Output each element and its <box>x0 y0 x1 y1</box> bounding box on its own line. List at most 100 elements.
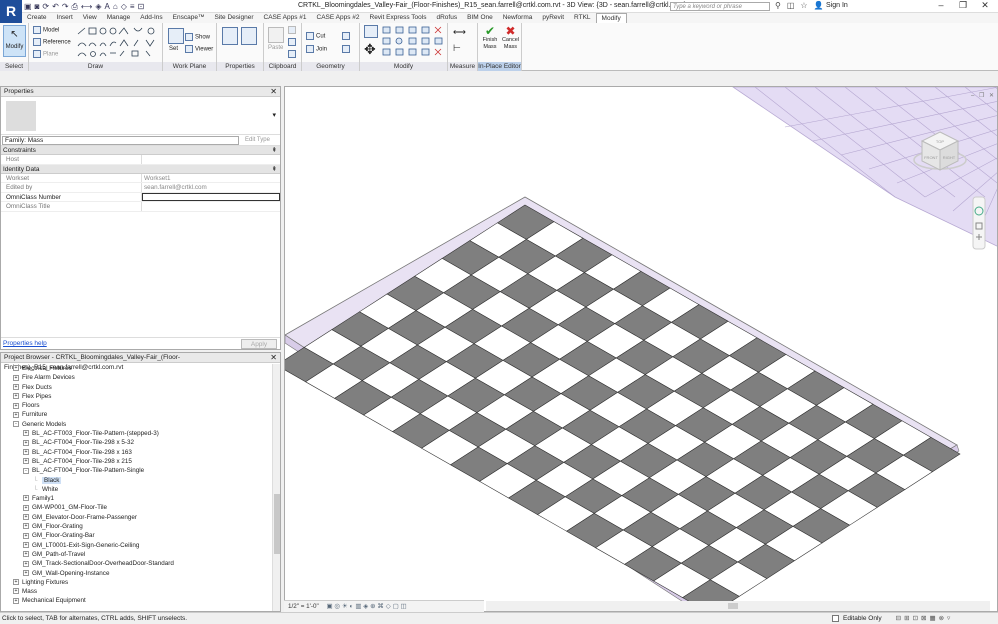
reference-plane-button[interactable]: Plane <box>33 50 58 58</box>
selection-filter-icons[interactable]: ⊟⊞⊡⊠▦⊗▿ <box>896 613 954 624</box>
expand-icon[interactable]: + <box>13 579 19 586</box>
view-scale[interactable]: 1/2" = 1'-0" <box>288 603 319 610</box>
modify-tools-icons[interactable] <box>382 26 444 58</box>
omniclass-number-field[interactable] <box>142 192 280 201</box>
properties-icon[interactable] <box>222 27 238 45</box>
finish-mass-button[interactable]: ✔ Finish Mass <box>480 25 500 61</box>
restore-icon[interactable]: ❐ <box>952 0 974 11</box>
copy-icon[interactable] <box>288 38 298 46</box>
tab-add-ins[interactable]: Add-Ins <box>135 13 167 23</box>
browser-node[interactable]: + GM_Elevator-Door-Frame-Passenger <box>1 513 273 522</box>
browser-node[interactable]: + Electrical Fixtures <box>1 364 273 373</box>
subscription-icon[interactable]: ◫ <box>787 1 795 10</box>
family-types-icon[interactable] <box>241 27 257 45</box>
expand-icon[interactable]: + <box>13 411 19 418</box>
measure-icon[interactable]: ⟷ <box>81 2 92 12</box>
browser-node[interactable]: + GM_LT0001-Exit-Sign-Generic-Ceiling <box>1 541 273 550</box>
reference-line-button[interactable]: Reference <box>33 38 71 46</box>
cut-button[interactable]: Cut <box>306 32 325 40</box>
browser-node[interactable]: + GM-WP001_GM-Floor-Tile <box>1 503 273 512</box>
close-hidden-icon[interactable]: ⊡ <box>138 2 145 12</box>
thin-lines-icon[interactable]: ≡ <box>130 2 135 12</box>
tab-revit-express-tools[interactable]: Revit Express Tools <box>365 13 432 23</box>
h-scroll-thumb[interactable] <box>728 603 738 609</box>
browser-node[interactable]: + BL_AC-FT004_Floor-Tile-298 x 163 <box>1 448 273 457</box>
viewer-button[interactable]: Viewer <box>185 45 213 53</box>
sync-icon[interactable]: ⟳ <box>42 2 49 12</box>
type-selector[interactable]: ▾ <box>1 97 280 135</box>
expand-icon[interactable]: + <box>13 365 19 372</box>
tab-manage[interactable]: Manage <box>102 13 136 23</box>
draw-tools-icons[interactable] <box>76 26 160 58</box>
expand-icon[interactable]: + <box>23 458 29 465</box>
expand-icon[interactable]: + <box>23 523 29 530</box>
show-button[interactable]: Show <box>185 33 210 41</box>
expand-icon[interactable]: + <box>23 541 29 548</box>
browser-scrollbar[interactable] <box>272 364 280 611</box>
open-icon[interactable]: ▣ <box>24 2 32 12</box>
expand-icon[interactable]: + <box>13 597 19 604</box>
browser-node[interactable]: + Family1 <box>1 494 273 503</box>
tab-case-apps-1[interactable]: CASE Apps #1 <box>259 13 312 23</box>
expand-icon[interactable]: + <box>13 393 19 400</box>
apply-button[interactable]: Apply <box>241 339 277 349</box>
browser-node[interactable]: - Generic Models <box>1 420 273 429</box>
browser-node[interactable]: └ White <box>1 485 273 494</box>
geometry-tool-icon[interactable] <box>342 32 352 40</box>
properties-help-link[interactable]: Properties help <box>3 340 47 347</box>
3d-view-icon[interactable]: ⌂ <box>113 2 118 12</box>
view-close-icon[interactable]: ✕ <box>989 93 994 99</box>
browser-node[interactable]: + Furniture <box>1 410 273 419</box>
user-icon[interactable]: 👤 <box>814 1 824 10</box>
redo-icon[interactable]: ↷ <box>62 2 69 12</box>
tab-site-designer[interactable]: Site Designer <box>209 13 258 23</box>
tab-modify[interactable]: Modify <box>595 13 627 23</box>
model-line-button[interactable]: Model <box>33 26 59 34</box>
tab-pyrevit[interactable]: pyRevit <box>537 13 569 23</box>
print-icon[interactable]: ⎙ <box>72 2 78 12</box>
undo-icon[interactable]: ↶ <box>52 2 59 12</box>
search-input[interactable]: Type a keyword or phrase <box>670 2 770 11</box>
close-icon[interactable]: ✕ <box>270 87 277 97</box>
save-icon[interactable]: ◙ <box>35 2 40 12</box>
panel-label-select[interactable]: Select <box>0 62 28 71</box>
set-button[interactable]: Set <box>169 46 178 52</box>
text-icon[interactable]: A <box>105 2 110 12</box>
expand-icon[interactable]: + <box>13 383 19 390</box>
close-icon[interactable]: ✕ <box>270 353 277 363</box>
tab-newforma[interactable]: Newforma <box>498 13 538 23</box>
expand-icon[interactable]: + <box>13 588 19 595</box>
collapse-icon[interactable]: - <box>23 467 29 474</box>
browser-node[interactable]: └ Black <box>1 476 273 485</box>
expand-icon[interactable]: + <box>23 495 29 502</box>
modify-button[interactable]: ↖ Modify <box>3 25 26 57</box>
cut-clipboard-icon[interactable] <box>288 26 298 34</box>
paint-icon[interactable] <box>342 45 352 53</box>
tag-icon[interactable]: ◈ <box>95 2 101 12</box>
join-button[interactable]: Join <box>306 45 327 53</box>
view-restore-icon[interactable]: ❐ <box>979 92 985 99</box>
sign-in-button[interactable]: Sign In <box>826 2 848 9</box>
browser-node[interactable]: - BL_AC-FT004_Floor-Tile-Pattern-Single <box>1 466 273 475</box>
dimension-icon[interactable]: ⊢ <box>453 43 461 54</box>
match-type-icon[interactable] <box>288 50 298 58</box>
browser-node[interactable]: + Mechanical Equipment <box>1 596 273 605</box>
cancel-mass-button[interactable]: ✖ Cancel Mass <box>500 25 521 61</box>
application-menu-button[interactable]: R <box>0 0 22 24</box>
favorites-icon[interactable]: ☆ <box>800 1 807 10</box>
expand-icon[interactable]: + <box>23 449 29 455</box>
section-icon[interactable]: ◇ <box>121 2 127 12</box>
tab-view[interactable]: View <box>78 13 102 23</box>
expand-icon[interactable]: + <box>23 430 29 437</box>
browser-node[interactable]: + Flex Ducts <box>1 383 273 392</box>
browser-node[interactable]: + GM_Wall-Opening-Instance <box>1 569 273 578</box>
group-identity-data[interactable]: Identity Data ⇞ <box>1 164 280 174</box>
editable-only-checkbox[interactable] <box>832 615 839 622</box>
browser-node[interactable]: + BL_AC-FT004_Floor-Tile-298 x 215 <box>1 457 273 466</box>
measure-tool-icon[interactable]: ⟷ <box>453 27 466 38</box>
edit-type-button[interactable]: Edit Type <box>245 137 270 143</box>
paste-button[interactable]: Paste <box>268 45 283 51</box>
expand-icon[interactable]: + <box>23 569 29 576</box>
tile-grid[interactable] <box>285 204 961 612</box>
move-icon[interactable]: ✥ <box>364 42 376 56</box>
